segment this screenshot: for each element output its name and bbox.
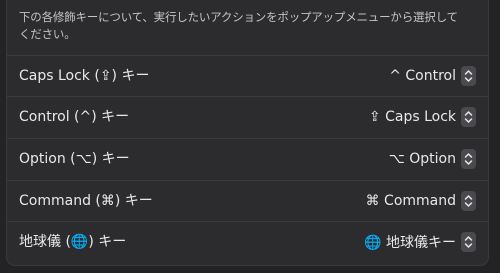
caps-lock-key-label: Caps Lock (⇪) キー [19,68,150,84]
option-action-popup[interactable]: ⌥ Option [389,148,476,170]
command-action-value: ⌘ Command [365,193,456,209]
control-action-value: ⇪ Caps Lock [368,109,456,125]
command-key-label: Command (⌘) キー [19,193,153,209]
control-action-popup[interactable]: ⇪ Caps Lock [369,106,476,128]
row-option: Option (⌥) キー ⌥ Option [7,138,488,179]
option-key-label: Option (⌥) キー [19,151,130,167]
chevron-up-down-icon [461,66,476,86]
chevron-up-down-icon [461,191,476,211]
row-command: Command (⌘) キー ⌘ Command [7,180,488,221]
modifier-keys-panel: 下の各修飾キーについて、実行したいアクションをポップアップメニューから選択してく… [6,0,489,266]
chevron-up-down-icon [461,107,476,127]
command-action-popup[interactable]: ⌘ Command [366,190,476,212]
chevron-up-down-icon [461,149,476,169]
instruction-text: 下の各修飾キーについて、実行したいアクションをポップアップメニューから選択してく… [19,10,458,41]
row-caps-lock: Caps Lock (⇪) キー ^ Control [7,55,488,96]
globe-action-popup[interactable]: 🌐 地球儀キー [364,231,476,253]
row-control: Control (^) キー ⇪ Caps Lock [7,96,488,137]
option-action-value: ⌥ Option [388,151,456,167]
row-globe: 地球儀 (🌐) キー 🌐 地球儀キー [7,221,488,262]
chevron-up-down-icon [461,232,476,252]
globe-key-label: 地球儀 (🌐) キー [19,234,127,250]
control-key-label: Control (^) キー [19,109,130,125]
globe-action-value: 🌐 地球儀キー [364,235,456,251]
caps-lock-action-popup[interactable]: ^ Control [389,65,476,87]
caps-lock-action-value: ^ Control [389,68,456,84]
